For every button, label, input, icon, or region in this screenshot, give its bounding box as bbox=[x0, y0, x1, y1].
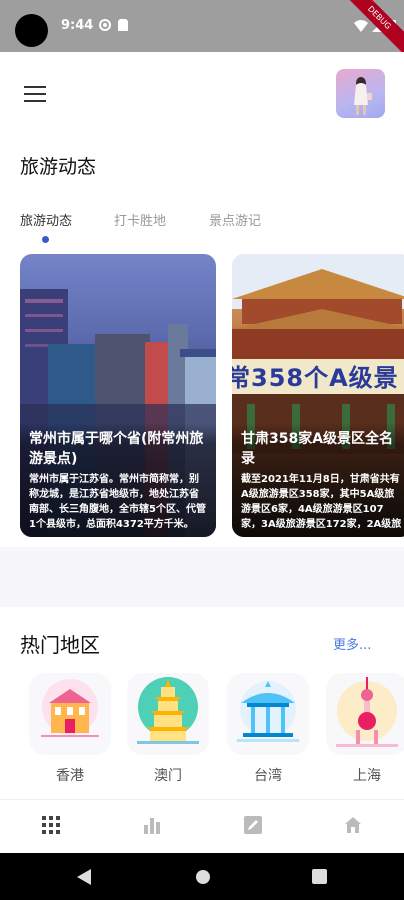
wifi-icon bbox=[354, 20, 368, 35]
building-icon bbox=[29, 673, 111, 755]
news-card[interactable]: 常358个A级景 甘肃358家A级景区全名录 截至2021年11月8日，甘肃省共… bbox=[232, 254, 404, 537]
news-section: 旅游动态 旅游动态 打卡胜地 景点游记 常州市属于哪个省(附常州旅游景点) 常州… bbox=[0, 52, 404, 547]
bottom-navigation bbox=[0, 799, 404, 854]
region-hongkong[interactable]: 香港 bbox=[29, 673, 111, 785]
news-card[interactable]: 常州市属于哪个省(附常州旅游景点) 常州市属于江苏省。常州市简称常，别称龙城，是… bbox=[20, 254, 216, 537]
banner-text: 常358个A级景 bbox=[232, 364, 399, 392]
card-body: 常州市属于江苏省。常州市简称常，别称龙城，是江苏省地级市，地处江苏省南部、长三角… bbox=[29, 474, 206, 530]
bar-chart-icon[interactable] bbox=[143, 816, 165, 838]
recents-icon[interactable] bbox=[312, 869, 327, 888]
card-text: 常州市属于哪个省(附常州旅游景点) 常州市属于江苏省。常州市简称常，别称龙城，是… bbox=[20, 423, 216, 537]
region-label: 上海 bbox=[353, 768, 381, 784]
home-icon[interactable] bbox=[344, 816, 366, 838]
hot-regions-title: 热门地区 bbox=[20, 633, 100, 657]
settings-status-icon bbox=[99, 19, 111, 34]
user-avatar[interactable] bbox=[336, 69, 385, 118]
tower-icon bbox=[326, 673, 404, 755]
tab-checkin-spots[interactable]: 打卡胜地 bbox=[114, 210, 166, 229]
pagoda-icon bbox=[127, 673, 209, 755]
home-circle-icon[interactable] bbox=[195, 869, 211, 889]
region-label: 香港 bbox=[56, 768, 84, 784]
card-title: 甘肃358家A级景区全名录 bbox=[241, 431, 394, 467]
more-link[interactable]: 更多... bbox=[333, 634, 371, 653]
region-label: 澳门 bbox=[154, 768, 182, 784]
status-bar: 9:44 DEBUG bbox=[0, 0, 404, 63]
region-label: 台湾 bbox=[254, 768, 282, 784]
region-macau[interactable]: 澳门 bbox=[127, 673, 209, 785]
main-page: 旅游动态 旅游动态 打卡胜地 景点游记 常州市属于哪个省(附常州旅游景点) 常州… bbox=[0, 52, 404, 799]
tab-travel-news[interactable]: 旅游动态 bbox=[20, 210, 72, 229]
card-text: 甘肃358家A级景区全名录 截至2021年11月8日，甘肃省共有A级旅游景区35… bbox=[232, 423, 404, 537]
tab-travel-notes[interactable]: 景点游记 bbox=[209, 210, 261, 229]
region-shanghai[interactable]: 上海 bbox=[326, 673, 404, 785]
status-time: 9:44 bbox=[61, 18, 94, 33]
system-navigation-bar bbox=[0, 853, 404, 900]
section-title: 旅游动态 bbox=[20, 156, 97, 178]
hot-regions-section: 热门地区 更多... 香港 澳门 台湾 上海 bbox=[0, 607, 404, 799]
tab-indicator bbox=[42, 236, 49, 243]
hamburger-icon[interactable] bbox=[24, 86, 46, 104]
edit-icon[interactable] bbox=[244, 816, 266, 838]
card-title: 常州市属于哪个省(附常州旅游景点) bbox=[29, 431, 204, 467]
camera-cutout bbox=[15, 14, 48, 47]
back-icon[interactable] bbox=[77, 869, 91, 889]
card-body: 截至2021年11月8日，甘肃省共有A级旅游景区358家，其中5A级旅游景区6家… bbox=[241, 474, 402, 530]
sd-card-icon bbox=[118, 19, 128, 34]
region-taiwan[interactable]: 台湾 bbox=[227, 673, 309, 785]
grid-icon[interactable] bbox=[42, 816, 64, 838]
pavilion-icon bbox=[227, 673, 309, 755]
